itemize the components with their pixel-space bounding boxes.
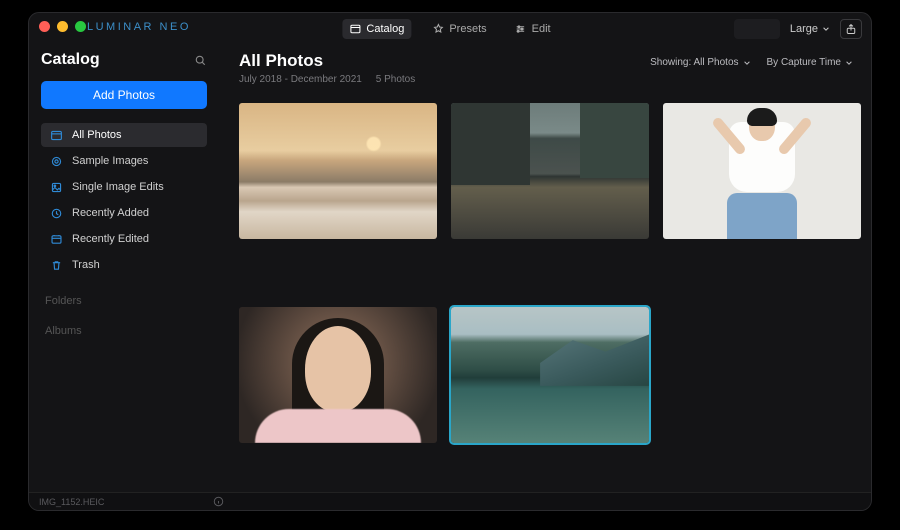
thumbnail-size-label: Large xyxy=(790,23,818,35)
sidebar-item-label: Recently Edited xyxy=(72,233,149,245)
single-edits-icon xyxy=(49,181,63,194)
thumb-river[interactable] xyxy=(451,307,649,443)
status-filename: IMG_1152.HEIC xyxy=(39,497,104,507)
window-traffic-lights xyxy=(39,21,86,32)
tab-catalog[interactable]: Catalog xyxy=(342,19,411,39)
status-info-button[interactable] xyxy=(213,496,224,507)
page-subtitle: July 2018 - December 2021 5 Photos xyxy=(239,74,415,85)
sidebar-item-recently-added[interactable]: Recently Added xyxy=(41,201,207,225)
thumb-model[interactable] xyxy=(663,103,861,239)
sidebar-title: Catalog xyxy=(41,51,100,69)
thumbnail-grid-row1 xyxy=(239,103,853,239)
app-brand: LUMINAR NEO xyxy=(87,21,191,33)
sidebar-item-recently-edited[interactable]: Recently Edited xyxy=(41,227,207,251)
thumb-beach[interactable] xyxy=(239,103,437,239)
sidebar-section-albums[interactable]: Albums xyxy=(41,325,207,337)
sidebar-item-label: Recently Added xyxy=(72,207,149,219)
chevron-down-icon xyxy=(822,25,830,33)
sidebar-item-label: All Photos xyxy=(72,129,122,141)
thumb-portrait[interactable] xyxy=(239,307,437,443)
add-photos-button[interactable]: Add Photos xyxy=(41,81,207,109)
sample-images-icon xyxy=(49,155,63,168)
main-area: All Photos July 2018 - December 2021 5 P… xyxy=(219,47,871,492)
thumb-city[interactable] xyxy=(451,103,649,239)
app-window: LUMINAR NEO Catalog Presets Edit Large xyxy=(28,12,872,511)
search-icon xyxy=(194,54,207,67)
sidebar-nav: All Photos Sample Images Single Image Ed… xyxy=(41,123,207,277)
tab-catalog-label: Catalog xyxy=(366,23,404,35)
sidebar: Catalog Add Photos All Photos Sample Ima… xyxy=(29,47,219,492)
search-button[interactable] xyxy=(194,54,207,67)
sidebar-section-folders[interactable]: Folders xyxy=(41,295,207,307)
maximize-window-button[interactable] xyxy=(75,21,86,32)
tab-edit[interactable]: Edit xyxy=(508,19,558,39)
catalog-icon xyxy=(349,23,361,35)
chevron-down-icon xyxy=(743,59,751,67)
close-window-button[interactable] xyxy=(39,21,50,32)
photo-count: 5 Photos xyxy=(376,74,415,85)
filter-sort-label: By Capture Time xyxy=(767,57,841,68)
status-bar: IMG_1152.HEIC xyxy=(29,492,871,510)
all-photos-icon xyxy=(49,129,63,142)
recently-edited-icon xyxy=(49,233,63,246)
chevron-down-icon xyxy=(845,59,853,67)
date-range: July 2018 - December 2021 xyxy=(239,74,362,85)
thumbnail-grid-row2 xyxy=(239,307,853,443)
sidebar-item-label: Trash xyxy=(72,259,100,271)
sidebar-item-sample-images[interactable]: Sample Images xyxy=(41,149,207,173)
tab-presets-label: Presets xyxy=(449,23,486,35)
top-right-controls: Large xyxy=(734,19,862,39)
info-icon xyxy=(213,496,224,507)
recently-added-icon xyxy=(49,207,63,220)
tab-presets[interactable]: Presets xyxy=(425,19,493,39)
top-right-blank[interactable] xyxy=(734,19,780,39)
presets-icon xyxy=(432,23,444,35)
sidebar-item-label: Sample Images xyxy=(72,155,148,167)
sidebar-item-single-edits[interactable]: Single Image Edits xyxy=(41,175,207,199)
filter-showing-label: Showing: All Photos xyxy=(650,57,738,68)
filter-showing[interactable]: Showing: All Photos xyxy=(650,57,750,68)
trash-icon xyxy=(49,259,63,272)
sidebar-item-all-photos[interactable]: All Photos xyxy=(41,123,207,147)
tab-edit-label: Edit xyxy=(532,23,551,35)
minimize-window-button[interactable] xyxy=(57,21,68,32)
thumbnail-size-select[interactable]: Large xyxy=(790,23,830,35)
share-button[interactable] xyxy=(840,19,862,39)
edit-icon xyxy=(515,23,527,35)
filter-sort[interactable]: By Capture Time xyxy=(767,57,853,68)
sidebar-item-label: Single Image Edits xyxy=(72,181,164,193)
page-title: All Photos xyxy=(239,51,415,71)
sidebar-item-trash[interactable]: Trash xyxy=(41,253,207,277)
top-mode-tabs: Catalog Presets Edit xyxy=(342,19,557,39)
share-icon xyxy=(845,23,857,35)
